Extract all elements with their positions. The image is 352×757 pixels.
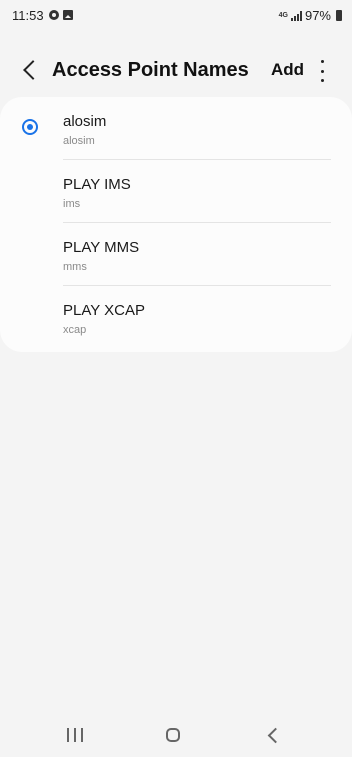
apn-list: alosim alosim PLAY IMS ims PLAY MMS mms … (0, 97, 352, 352)
add-button[interactable]: Add (271, 60, 304, 80)
network-type: 4G (278, 12, 288, 19)
apn-name: alosim (63, 113, 107, 130)
apn-item-play-xcap[interactable]: PLAY XCAP xcap (0, 286, 352, 349)
apn-sub: xcap (63, 324, 87, 336)
status-bar: 11:53 4G 97% (0, 0, 352, 30)
more-options-button[interactable] (314, 60, 330, 82)
apn-item-play-ims[interactable]: PLAY IMS ims (0, 160, 352, 223)
notification-icons (49, 10, 73, 20)
page-title: Access Point Names (52, 59, 249, 81)
apn-sub: ims (63, 198, 81, 210)
back-button[interactable] (14, 54, 46, 86)
home-icon[interactable] (166, 728, 180, 742)
back-icon (23, 60, 43, 80)
apn-name: PLAY XCAP (63, 302, 145, 319)
battery-icon (336, 10, 342, 21)
apn-name: PLAY IMS (63, 176, 131, 193)
status-time: 11:53 (12, 8, 44, 23)
radio-selected-icon[interactable] (22, 119, 38, 135)
signal-icon (290, 10, 302, 21)
settings-notification-icon (49, 10, 59, 20)
status-right: 4G 97% (279, 8, 342, 23)
nav-back-icon[interactable] (267, 727, 284, 744)
apn-item-alosim[interactable]: alosim alosim (0, 97, 352, 160)
battery-percent: 97% (304, 8, 331, 23)
apn-sub: mms (63, 261, 87, 273)
apn-name: PLAY MMS (63, 239, 140, 256)
recent-apps-icon[interactable] (67, 728, 83, 742)
more-options-icon (320, 60, 324, 63)
apn-item-play-mms[interactable]: PLAY MMS mms (0, 223, 352, 286)
app-bar: Access Point Names Add (0, 50, 352, 90)
navigation-bar (0, 715, 352, 757)
apn-sub: alosim (63, 135, 95, 147)
image-notification-icon (63, 10, 73, 20)
